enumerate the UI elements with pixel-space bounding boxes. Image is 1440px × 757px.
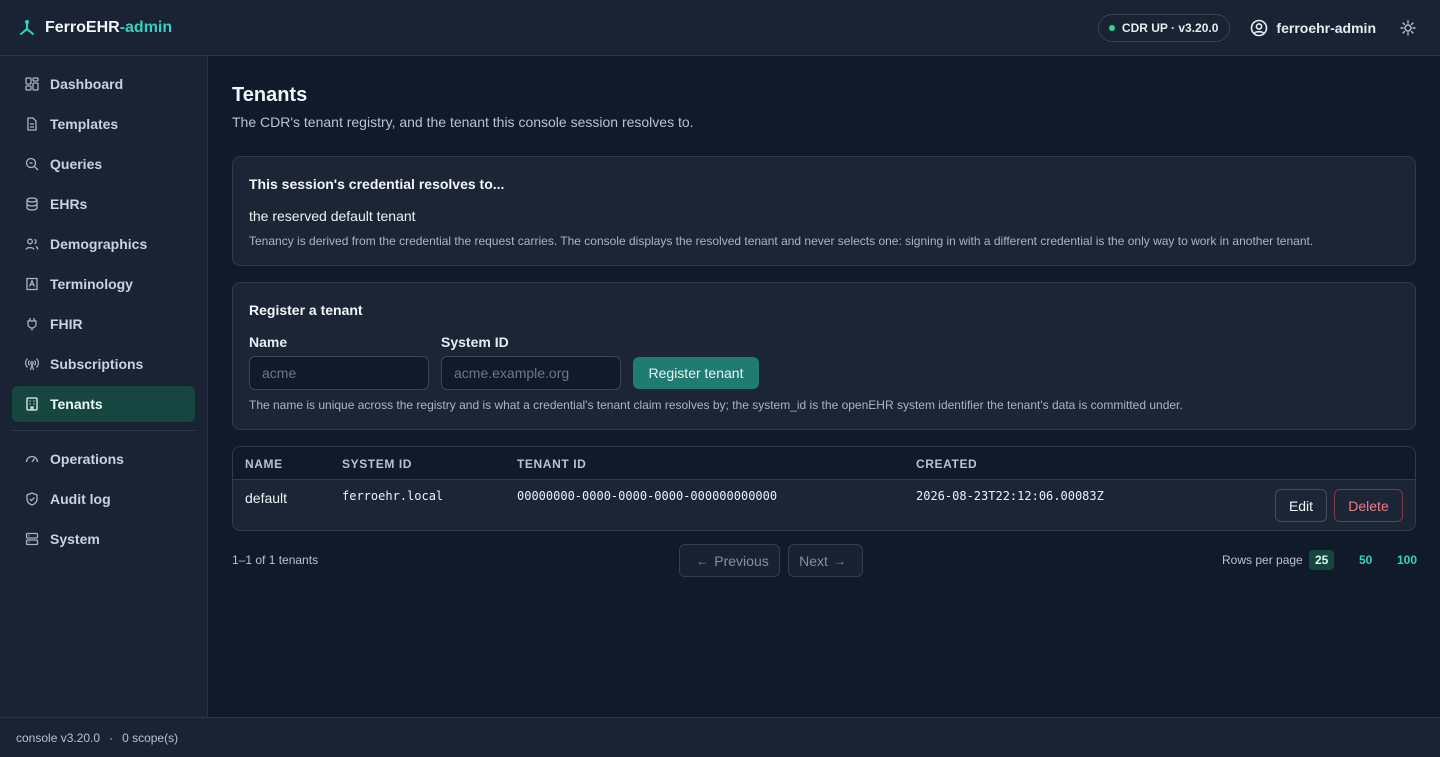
user-circle-icon bbox=[1251, 19, 1268, 37]
sidebar-item-label: Operations bbox=[50, 451, 124, 467]
console-version: console v3.20.0 bbox=[16, 730, 101, 745]
page-subtitle: The CDR's tenant registry, and the tenan… bbox=[232, 114, 694, 130]
previous-page-button[interactable]: ← Previous bbox=[679, 544, 780, 577]
audit-log-icon bbox=[26, 492, 38, 506]
sidebar: Dashboard Templates Queries EHRs Demogra… bbox=[0, 56, 208, 717]
rows-per-page-100[interactable]: 100 bbox=[1391, 550, 1423, 570]
name-label: Name bbox=[249, 334, 288, 350]
top-bar: FerroEHR -admin CDR UP · v3.20.0 ferroehr… bbox=[0, 0, 1440, 56]
cell-name: default bbox=[245, 490, 288, 506]
theme-toggle-button[interactable] bbox=[1398, 18, 1418, 38]
system-id-input[interactable] bbox=[441, 356, 621, 390]
session-note: Tenancy is derived from the credential t… bbox=[249, 234, 1314, 248]
sidebar-item-audit-log[interactable]: Audit log bbox=[12, 481, 195, 517]
sidebar-item-operations[interactable]: Operations bbox=[12, 441, 195, 477]
sidebar-divider bbox=[12, 430, 195, 431]
rows-per-page-label: Rows per page bbox=[1222, 553, 1303, 567]
sidebar-item-label: EHRs bbox=[50, 196, 88, 212]
demographics-icon bbox=[25, 238, 39, 250]
sidebar-item-tenants[interactable]: Tenants bbox=[12, 386, 195, 422]
previous-label: Previous bbox=[714, 552, 769, 569]
tenants-table: NAME SYSTEM ID TENANT ID CREATED default… bbox=[232, 446, 1416, 531]
status-footer: console v3.20.0 · 0 scope(s) bbox=[0, 717, 1440, 757]
arrow-left-icon: ← bbox=[696, 553, 709, 568]
system-id-label: System ID bbox=[441, 334, 509, 350]
sidebar-nav: Dashboard Templates Queries EHRs Demogra… bbox=[12, 66, 195, 561]
brand-name: FerroEHR bbox=[45, 18, 120, 36]
sidebar-item-dashboard[interactable]: Dashboard bbox=[12, 66, 195, 102]
column-header-system-id[interactable]: SYSTEM ID bbox=[342, 457, 412, 471]
status-dot-icon bbox=[1108, 25, 1115, 31]
column-header-tenant-id[interactable]: TENANT ID bbox=[517, 457, 586, 471]
dashboard-icon bbox=[25, 77, 39, 91]
sidebar-item-subscriptions[interactable]: Subscriptions bbox=[12, 346, 195, 382]
cell-system-id: ferroehr.local bbox=[342, 489, 444, 503]
status-text: CDR UP · v3.20.0 bbox=[1121, 21, 1219, 35]
brand[interactable]: FerroEHR -admin bbox=[18, 19, 172, 37]
fhir-icon bbox=[27, 318, 37, 331]
resolved-tenant-value: the reserved default tenant bbox=[249, 208, 416, 224]
sidebar-item-terminology[interactable]: Terminology bbox=[12, 266, 195, 302]
sidebar-item-label: FHIR bbox=[50, 316, 83, 332]
logo-icon bbox=[20, 19, 34, 35]
sidebar-item-label: Queries bbox=[50, 156, 103, 172]
footer-separator: · bbox=[109, 730, 114, 745]
sidebar-item-label: Subscriptions bbox=[50, 356, 144, 372]
table-header: NAME SYSTEM ID TENANT ID CREATED bbox=[233, 447, 1415, 480]
sidebar-item-fhir[interactable]: FHIR bbox=[12, 306, 195, 342]
user-menu[interactable]: ferroehr-admin bbox=[1250, 19, 1376, 37]
sidebar-item-system[interactable]: System bbox=[12, 521, 195, 557]
sidebar-item-label: Tenants bbox=[50, 396, 103, 412]
sidebar-item-label: Dashboard bbox=[50, 76, 124, 92]
brand-suffix: -admin bbox=[119, 18, 173, 36]
tenants-icon bbox=[26, 397, 38, 411]
register-card-title: Register a tenant bbox=[249, 302, 363, 318]
sidebar-item-ehrs[interactable]: EHRs bbox=[12, 186, 195, 222]
delete-button[interactable]: Delete bbox=[1334, 489, 1403, 522]
register-note: The name is unique across the registry a… bbox=[249, 398, 1183, 412]
page-title: Tenants bbox=[232, 84, 308, 106]
arrow-right-icon: → bbox=[833, 553, 846, 568]
next-label: Next bbox=[799, 552, 828, 569]
sidebar-item-demographics[interactable]: Demographics bbox=[12, 226, 195, 262]
sidebar-item-label: Templates bbox=[50, 116, 119, 132]
templates-icon bbox=[27, 117, 37, 131]
register-tenant-card: Register a tenant Name System ID Registe… bbox=[232, 282, 1416, 430]
name-input[interactable] bbox=[249, 356, 429, 390]
user-name: ferroehr-admin bbox=[1276, 20, 1376, 36]
sidebar-item-label: Demographics bbox=[50, 236, 148, 252]
terminology-icon bbox=[26, 277, 38, 291]
column-header-name[interactable]: NAME bbox=[245, 457, 283, 471]
rows-per-page-50[interactable]: 50 bbox=[1353, 550, 1378, 570]
scope-count: 0 scope(s) bbox=[122, 730, 179, 745]
column-header-created[interactable]: CREATED bbox=[916, 457, 977, 471]
rows-per-page-25[interactable]: 25 bbox=[1309, 550, 1335, 570]
system-icon bbox=[25, 532, 39, 546]
edit-button[interactable]: Edit bbox=[1275, 489, 1327, 522]
queries-icon bbox=[25, 157, 39, 171]
session-card: This session's credential resolves to...… bbox=[232, 156, 1416, 266]
sun-icon bbox=[1400, 20, 1416, 36]
sidebar-item-templates[interactable]: Templates bbox=[12, 106, 195, 142]
next-page-button[interactable]: Next → bbox=[788, 544, 863, 577]
sidebar-item-label: Audit log bbox=[50, 491, 111, 507]
session-card-title: This session's credential resolves to... bbox=[249, 176, 505, 192]
operations-icon bbox=[25, 455, 39, 463]
cell-created: 2026-08-23T22:12:06.00083Z bbox=[916, 489, 1104, 503]
sidebar-item-label: System bbox=[50, 531, 100, 547]
cdr-status-badge: CDR UP · v3.20.0 bbox=[1097, 14, 1231, 42]
cell-tenant-id: 00000000-0000-0000-0000-000000000000 bbox=[517, 489, 778, 503]
pagination-count: 1–1 of 1 tenants bbox=[232, 553, 319, 567]
sidebar-item-queries[interactable]: Queries bbox=[12, 146, 195, 182]
ehrs-icon bbox=[26, 197, 38, 211]
sidebar-item-label: Terminology bbox=[50, 276, 133, 292]
register-tenant-button[interactable]: Register tenant bbox=[633, 357, 759, 389]
subscriptions-icon bbox=[25, 358, 39, 371]
